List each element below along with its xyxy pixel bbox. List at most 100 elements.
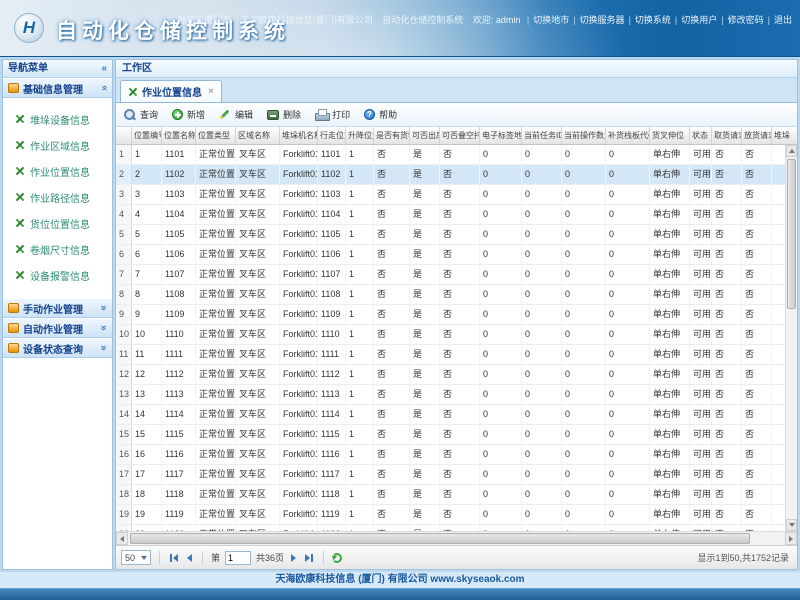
sidebar-item-1[interactable]: 作业区域信息 xyxy=(3,132,112,158)
table-cell: 1114 xyxy=(162,405,196,424)
table-cell: 否 xyxy=(374,145,410,164)
table-row[interactable]: 331103正常位置叉车区Forklift01,For11031否是否0000单… xyxy=(116,185,787,205)
column-header-2[interactable]: 位置名称 xyxy=(162,127,196,144)
column-header-12[interactable]: 当前任务ID xyxy=(522,127,562,144)
table-row[interactable]: 221102正常位置叉车区Forklift01,For11021否是否0000单… xyxy=(116,165,787,185)
table-cell: 正常位置 xyxy=(196,165,236,184)
header-link-2[interactable]: 切换系统 xyxy=(635,15,671,25)
table-cell: 2 xyxy=(116,165,132,184)
table-cell: 否 xyxy=(374,425,410,444)
scroll-down-button[interactable] xyxy=(786,519,797,531)
page-input[interactable] xyxy=(225,550,252,565)
next-page-button[interactable] xyxy=(289,553,298,563)
toolbar-button-3[interactable]: 删除 xyxy=(267,108,301,121)
tab-close-icon[interactable]: × xyxy=(208,86,214,97)
column-header-4[interactable]: 区域名称 xyxy=(236,127,280,144)
table-row[interactable]: 111101正常位置叉车区Forklift01,For11011否是否0000单… xyxy=(116,145,787,165)
scroll-right-button[interactable] xyxy=(785,532,797,545)
table-row[interactable]: 18181118正常位置叉车区Forklift01,For11181否是否000… xyxy=(116,485,787,505)
table-cell: 1114 xyxy=(318,405,346,424)
table-cell: 1119 xyxy=(162,505,196,524)
table-row[interactable]: 16161116正常位置叉车区Forklift01,For11161否是否000… xyxy=(116,445,787,465)
scroll-up-button[interactable] xyxy=(786,145,797,157)
column-header-15[interactable]: 货叉伸位 xyxy=(650,127,690,144)
sidebar-item-2[interactable]: 作业位置信息 xyxy=(3,158,112,184)
column-header-5[interactable]: 堆垛机名称 xyxy=(280,127,318,144)
toolbar-button-4[interactable]: 打印 xyxy=(315,108,350,121)
table-row[interactable]: 991109正常位置叉车区Forklift01,For11091否是否0000单… xyxy=(116,305,787,325)
column-header-11[interactable]: 电子标签地址 xyxy=(480,127,522,144)
refresh-icon[interactable] xyxy=(332,552,343,563)
column-header-3[interactable]: 位置类型 xyxy=(196,127,236,144)
table-row[interactable]: 10101110正常位置叉车区Forklift01,For11101否是否000… xyxy=(116,325,787,345)
prev-page-button[interactable] xyxy=(185,553,194,563)
column-header-17[interactable]: 取货请求 xyxy=(712,127,742,144)
page-size-select[interactable]: 50 xyxy=(121,550,151,565)
header-link-0[interactable]: 切换地市 xyxy=(533,15,569,25)
expand-chevron-icon[interactable]: « xyxy=(98,345,109,351)
column-header-19[interactable]: 堆垛 xyxy=(772,127,797,144)
table-row[interactable]: 551105正常位置叉车区Forklift01,For11051否是否0000单… xyxy=(116,225,787,245)
first-page-button[interactable] xyxy=(168,553,180,563)
table-row[interactable]: 13131113正常位置叉车区Forklift01,For11131否是否000… xyxy=(116,385,787,405)
vertical-scrollbar[interactable] xyxy=(785,145,797,531)
column-header-0[interactable] xyxy=(116,127,132,144)
toolbar-button-0[interactable]: 查询 xyxy=(124,108,158,121)
sidebar-item-5[interactable]: 卷烟尺寸信息 xyxy=(3,236,112,262)
table-cell: 1101 xyxy=(318,145,346,164)
table-cell: 1117 xyxy=(318,465,346,484)
expand-chevron-icon[interactable]: « xyxy=(98,325,109,331)
sidebar-panel-2[interactable]: 自动作业管理 « xyxy=(3,318,112,338)
header-link-4[interactable]: 修改密码 xyxy=(728,15,764,25)
sidebar-item-4[interactable]: 货位位置信息 xyxy=(3,210,112,236)
sidebar-collapse-icon[interactable]: « xyxy=(101,63,107,74)
table-row[interactable]: 15151115正常位置叉车区Forklift01,For11151否是否000… xyxy=(116,425,787,445)
vertical-scroll-thumb[interactable] xyxy=(787,159,796,309)
table-row[interactable]: 12121112正常位置叉车区Forklift01,For11121否是否000… xyxy=(116,365,787,385)
sidebar-panel-3[interactable]: 设备状态查询 « xyxy=(3,338,112,358)
column-header-8[interactable]: 是否有货物 xyxy=(374,127,410,144)
table-cell: 9 xyxy=(132,305,162,324)
header-link-5[interactable]: 退出 xyxy=(774,15,792,25)
header-link-1[interactable]: 切换服务器 xyxy=(580,15,625,25)
table-row[interactable]: 881108正常位置叉车区Forklift01,For11081否是否0000单… xyxy=(116,285,787,305)
scroll-left-button[interactable] xyxy=(116,532,128,545)
toolbar-button-1[interactable]: 新增 xyxy=(172,108,205,121)
table-row[interactable]: 441104正常位置叉车区Forklift01,For11041否是否0000单… xyxy=(116,205,787,225)
column-header-16[interactable]: 状态 xyxy=(690,127,712,144)
header-link-3[interactable]: 切换用户 xyxy=(681,15,717,25)
table-row[interactable]: 661106正常位置叉车区Forklift01,For11061否是否0000单… xyxy=(116,245,787,265)
sidebar-panel-0[interactable]: 基础信息管理 « xyxy=(3,78,112,98)
toolbar-button-2[interactable]: 编辑 xyxy=(219,108,253,121)
table-cell: 0 xyxy=(606,425,650,444)
sidebar-item-6[interactable]: 设备报警信息 xyxy=(3,262,112,288)
table-cell: 0 xyxy=(562,505,606,524)
column-header-7[interactable]: 升降位置 xyxy=(346,127,374,144)
column-header-13[interactable]: 当前操作数量 xyxy=(562,127,606,144)
table-row[interactable]: 14141114正常位置叉车区Forklift01,For11141否是否000… xyxy=(116,405,787,425)
table-row[interactable]: 771107正常位置叉车区Forklift01,For11071否是否0000单… xyxy=(116,265,787,285)
table-row[interactable]: 11111111正常位置叉车区Forklift01,For11111否是否000… xyxy=(116,345,787,365)
column-header-10[interactable]: 可否叠空托盘 xyxy=(440,127,480,144)
sidebar-panel-1[interactable]: 手动作业管理 « xyxy=(3,298,112,318)
sidebar-item-0[interactable]: 堆垛设备信息 xyxy=(3,106,112,132)
column-header-18[interactable]: 放货请求 xyxy=(742,127,772,144)
column-header-6[interactable]: 行走位置 xyxy=(318,127,346,144)
table-row[interactable]: 19191119正常位置叉车区Forklift01,For11191否是否000… xyxy=(116,505,787,525)
table-row[interactable]: 17171117正常位置叉车区Forklift01,For11171否是否000… xyxy=(116,465,787,485)
table-cell: 17 xyxy=(116,465,132,484)
horizontal-scrollbar[interactable] xyxy=(116,531,797,545)
sidebar-item-3[interactable]: 作业路径信息 xyxy=(3,184,112,210)
column-header-9[interactable]: 可否出库 xyxy=(410,127,440,144)
collapse-chevron-icon[interactable]: « xyxy=(99,85,110,91)
expand-chevron-icon[interactable]: « xyxy=(98,305,109,311)
horizontal-scroll-thumb[interactable] xyxy=(130,533,750,544)
table-cell: 否 xyxy=(742,345,772,364)
tab-position-info[interactable]: 作业位置信息 × xyxy=(120,80,222,102)
last-page-button[interactable] xyxy=(303,553,315,563)
column-header-14[interactable]: 补货栈板代码 xyxy=(606,127,650,144)
toolbar-button-5[interactable]: 帮助 xyxy=(364,108,397,121)
column-header-1[interactable]: 位置编号 xyxy=(132,127,162,144)
table-cell: 0 xyxy=(562,405,606,424)
table-cell: 0 xyxy=(562,425,606,444)
